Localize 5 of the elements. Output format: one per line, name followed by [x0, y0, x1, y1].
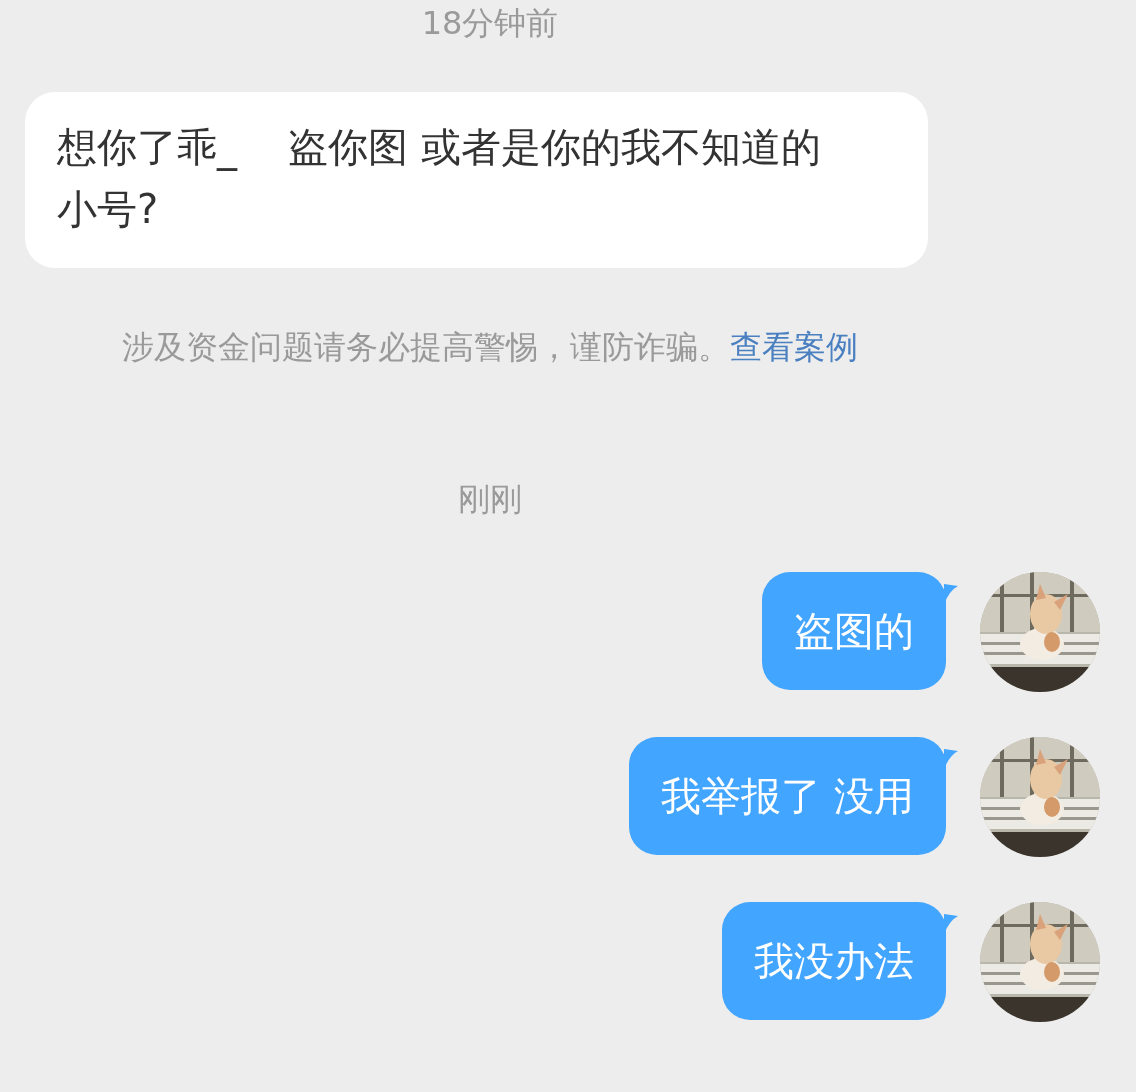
timestamp: 刚刚 — [458, 479, 522, 520]
timestamp: 18分钟前 — [421, 3, 559, 44]
warning-text: 涉及资金问题请务必提高警惕，谨防诈骗。 — [122, 327, 730, 368]
message-bubble: 想你了乖_ 盗你图 或者是你的我不知道的小号? — [25, 92, 928, 268]
view-cases-link[interactable]: 查看案例 — [730, 326, 858, 370]
